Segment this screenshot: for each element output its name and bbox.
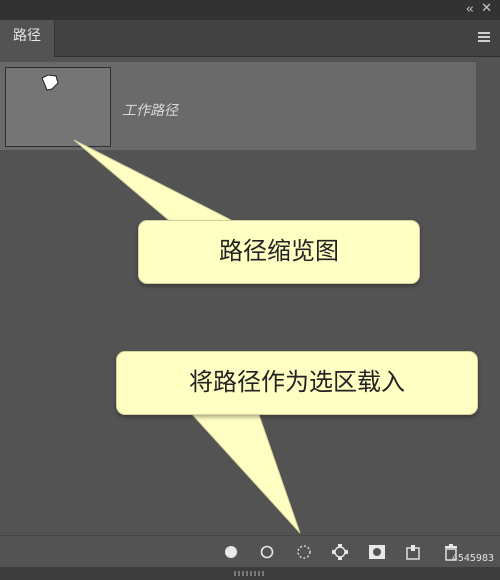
thumbnail-callout-pointer: [73, 139, 237, 229]
selection-callout-pointer: [188, 411, 301, 534]
selection-callout: 将路径作为选区载入: [116, 351, 478, 415]
thumbnail-callout: 路径缩览图: [138, 220, 420, 284]
callout-pointers: [73, 139, 301, 534]
